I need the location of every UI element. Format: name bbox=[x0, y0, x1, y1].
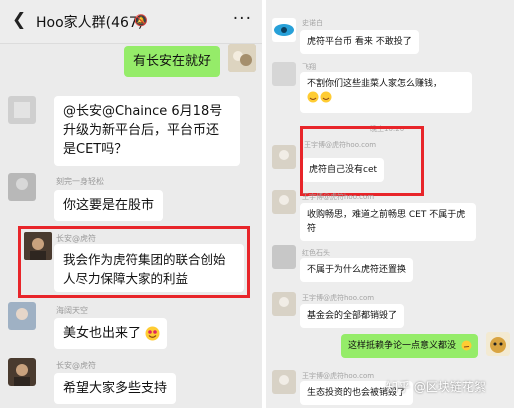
sender-name: 飞翔 bbox=[302, 63, 316, 71]
watermark: 知乎 @区块链花絮 bbox=[386, 380, 486, 394]
avatar bbox=[272, 62, 296, 86]
message-text: 不割你们这些韭菜人家怎么赚钱， bbox=[307, 79, 443, 89]
avatar bbox=[24, 232, 52, 260]
smirk-emoji-icon bbox=[461, 340, 472, 351]
avatar bbox=[272, 292, 296, 316]
avatar bbox=[8, 173, 36, 201]
avatar bbox=[272, 190, 296, 214]
chat-title: Hoo家人群(467) bbox=[36, 15, 144, 31]
sender-name: 史诺白 bbox=[302, 19, 323, 27]
message-bubble: 不属于为什么虎符还置换 bbox=[300, 258, 414, 282]
avatar bbox=[272, 145, 296, 169]
sender-name: 王宇博@虎符hoo.com bbox=[302, 193, 375, 201]
message-bubble: 虎符平台币 看来 不敢投了 bbox=[300, 30, 419, 54]
heart-eyes-emoji-icon bbox=[145, 326, 160, 341]
grin-emoji-icon bbox=[307, 91, 332, 103]
message-bubble: 基金会的全部都销毁了 bbox=[300, 304, 405, 328]
sender-name: 王宇博@虎符hoo.com bbox=[302, 294, 375, 302]
more-dots-icon[interactable]: ··· bbox=[233, 9, 252, 29]
avatar bbox=[8, 302, 36, 330]
avatar bbox=[486, 332, 510, 356]
sender-name: 长安@虎符 bbox=[56, 234, 96, 243]
sender-name: 刻完一身轻松 bbox=[56, 177, 104, 186]
sender-name: 长安@虎符 bbox=[56, 361, 96, 370]
right-chat-panel: 史诺白 虎符平台币 看来 不敢投了 飞翔 不割你们这些韭菜人家怎么赚钱， 晚上1… bbox=[266, 0, 514, 408]
sender-name: 红色石头 bbox=[302, 249, 330, 257]
message-bubble: 希望大家多些支持 bbox=[54, 373, 177, 404]
message-bubble: 收购畅思，难道之前畅思 CET 不属于虎符 bbox=[300, 203, 476, 241]
sender-name: 王宇博@虎符hoo.com bbox=[302, 372, 375, 380]
message-text: 这样抵赖争论一点意义都没 bbox=[347, 341, 456, 351]
avatar bbox=[228, 44, 256, 72]
chat-header: ❮ Hoo家人群(467) 🔕 ··· bbox=[0, 0, 262, 44]
avatar bbox=[8, 358, 36, 386]
message-bubble: @长安@Chaince 6月18号升级为新平台后，平台币还是CET吗？ bbox=[54, 96, 240, 166]
message-bubble: 美女也出来了 bbox=[54, 318, 168, 349]
message-text: 美女也出来了 bbox=[63, 326, 142, 341]
avatar bbox=[272, 245, 296, 269]
message-bubble: 虎符自己没有cet bbox=[302, 158, 385, 182]
message-bubble: 这样抵赖争论一点意义都没 bbox=[340, 334, 478, 358]
sender-name: 王宇博@虎符hoo.com bbox=[304, 141, 377, 149]
message-bubble: 我会作为虎符集团的联合创始人尽力保障大家的利益 bbox=[54, 244, 244, 292]
message-bubble: 不割你们这些韭菜人家怎么赚钱， bbox=[300, 72, 472, 113]
avatar bbox=[8, 96, 36, 124]
avatar bbox=[272, 18, 296, 42]
left-chat-panel: ❮ Hoo家人群(467) 🔕 ··· 有长安在就好 @长安@Chaince 6… bbox=[0, 0, 262, 408]
message-bubble: 你这要是在股市 bbox=[54, 190, 164, 221]
sender-name: 海阔天空 bbox=[56, 306, 88, 315]
message-bubble: 有长安在就好 bbox=[123, 46, 220, 77]
avatar bbox=[272, 370, 296, 394]
bell-mute-icon: 🔕 bbox=[134, 14, 148, 27]
chevron-left-icon[interactable]: ❮ bbox=[12, 10, 26, 30]
timestamp: 晚上10:20 bbox=[370, 125, 405, 133]
